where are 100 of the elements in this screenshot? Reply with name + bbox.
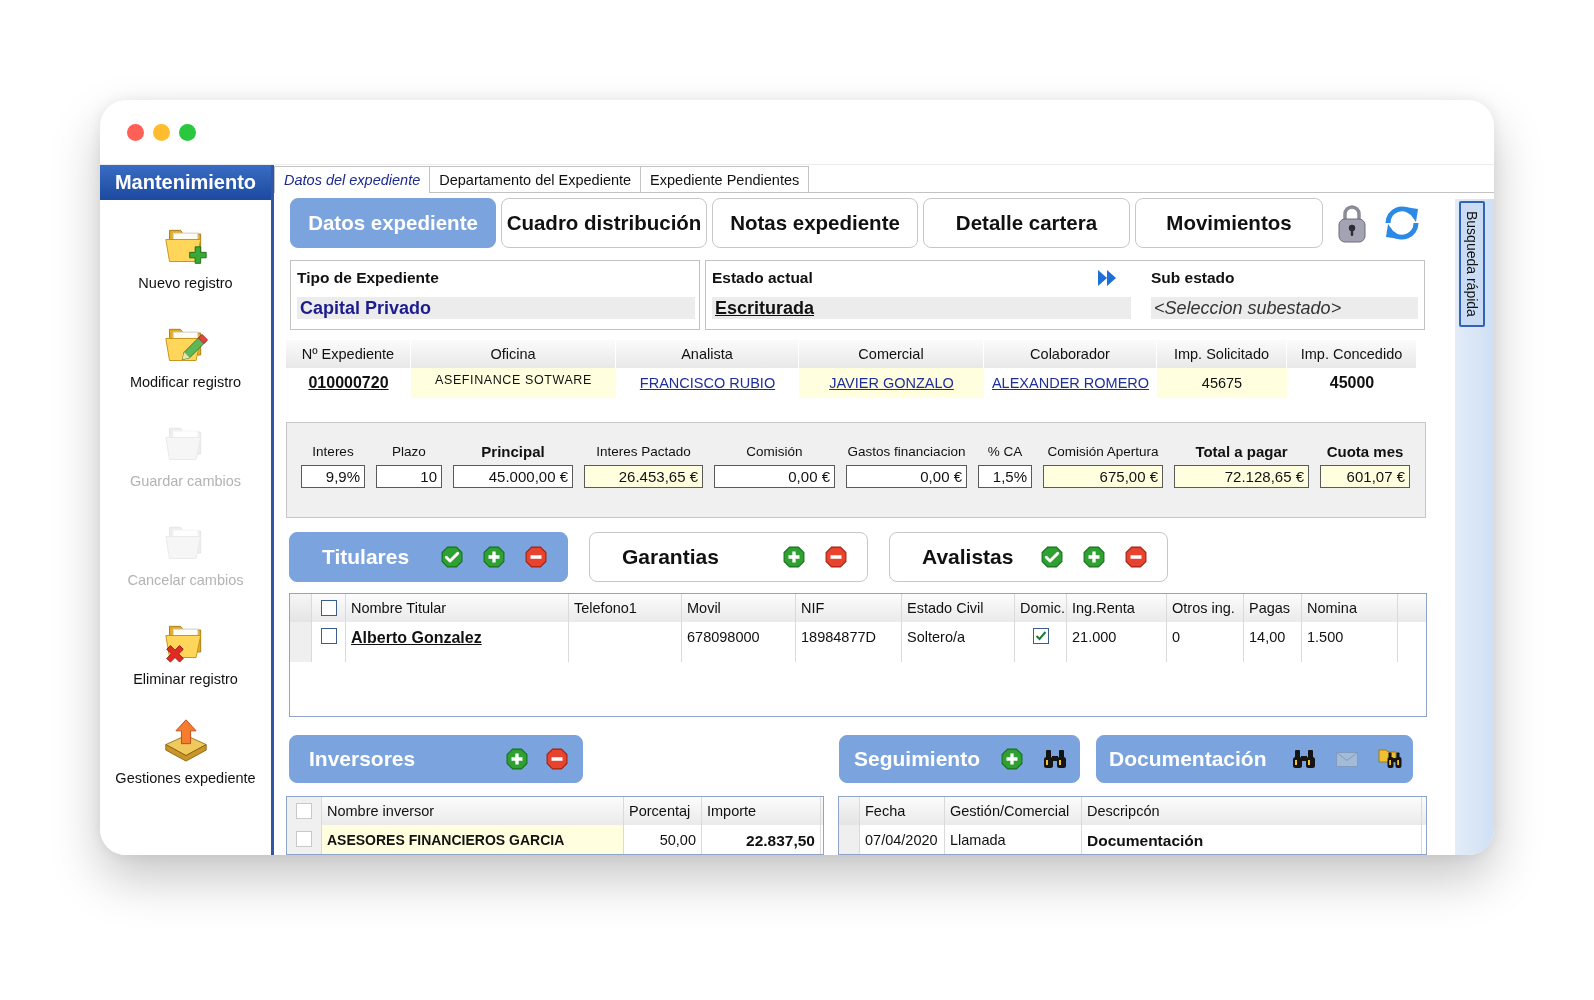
minus-icon[interactable] <box>825 546 847 568</box>
close-icon[interactable] <box>127 123 144 141</box>
minus-icon[interactable] <box>525 546 547 568</box>
table-cell: Documentación <box>1082 825 1422 854</box>
amount-field[interactable]: 1,5% <box>978 465 1032 488</box>
field-label: % CA <box>987 443 1023 460</box>
checkbox[interactable] <box>320 628 337 644</box>
column-header: Importe <box>702 797 821 825</box>
plus-icon[interactable] <box>783 546 805 568</box>
check-icon[interactable] <box>441 546 463 568</box>
table-cell-text: 45000 <box>1328 373 1376 393</box>
table-cell: 45675 <box>1157 368 1287 398</box>
column-header: Comercial <box>799 340 984 368</box>
panel-title: Documentación <box>1109 747 1267 771</box>
table-cell: 14,00 <box>1244 622 1302 662</box>
table-cell: ASEFINANCE SOTWARE <box>411 368 616 398</box>
section-button[interactable]: Movimientos <box>1135 198 1323 248</box>
name-link[interactable]: FRANCISCO RUBIO <box>639 375 776 391</box>
section-button[interactable]: Notas expediente <box>712 198 918 248</box>
binoculars-icon[interactable] <box>1292 749 1316 769</box>
amount-field[interactable]: 45.000,00 € <box>453 465 573 488</box>
column-header: Movil <box>682 594 796 622</box>
amount-field[interactable]: 675,00 € <box>1043 465 1163 488</box>
section-button[interactable]: Detalle cartera <box>923 198 1130 248</box>
field-label: Cuota mes <box>1326 443 1404 460</box>
column-header: Nº Expediente <box>286 340 411 368</box>
column-header: Imp. Solicitado <box>1157 340 1287 368</box>
sidebar-title: Mantenimiento <box>100 165 271 200</box>
table-cell: Soltero/a <box>902 622 1015 662</box>
field-label: Tipo de Expediente <box>297 268 440 288</box>
minus-icon[interactable] <box>546 748 568 770</box>
column-header: Imp. Concedido <box>1287 340 1417 368</box>
column-header: Telefono1 <box>569 594 682 622</box>
column-header: NIF <box>796 594 902 622</box>
table-cell: 1.500 <box>1302 622 1398 662</box>
field-label: Interes Pactado <box>596 443 691 460</box>
column-header: Gestión/Comercial <box>945 797 1082 825</box>
panel-title: Seguimiento <box>854 747 980 771</box>
amount-field[interactable]: 10 <box>376 465 442 488</box>
column-header: Otros ing. <box>1167 594 1244 622</box>
checkbox[interactable] <box>320 600 337 616</box>
folder-binoculars-icon[interactable] <box>1378 749 1402 769</box>
tab[interactable]: Datos del expediente <box>274 166 431 193</box>
tab[interactable]: Expediente Pendientes <box>640 166 810 192</box>
table-cell: 07/04/2020 <box>860 825 945 854</box>
padlock-icon[interactable] <box>1338 203 1366 243</box>
plus-icon[interactable] <box>1001 748 1023 770</box>
panel-header[interactable]: Garantias <box>589 532 868 582</box>
substate-field[interactable]: <Seleccion subestado> <box>1151 297 1418 319</box>
name-link[interactable]: Alberto Gonzalez <box>351 629 482 647</box>
panel-header[interactable]: Avalistas <box>889 532 1168 582</box>
field-label: Comisión Apertura <box>1047 443 1159 460</box>
amount-field[interactable]: 0,00 € <box>714 465 835 488</box>
field-label: Sub estado <box>1151 268 1236 288</box>
table-cell: 21.000 <box>1067 622 1167 662</box>
column-header: Porcentaj <box>624 797 702 825</box>
amount-field[interactable]: 26.453,65 € <box>584 465 703 488</box>
table-cell: Llamada <box>945 825 1082 854</box>
column-header: Nomina <box>1302 594 1398 622</box>
field-label: Gastos financiacion <box>847 443 966 460</box>
plus-icon[interactable] <box>1083 546 1105 568</box>
field-label: Estado actual <box>712 268 813 288</box>
plus-icon[interactable] <box>506 748 528 770</box>
field-label: Plazo <box>392 443 426 460</box>
table-cell: 18984877D <box>796 622 902 662</box>
state-field[interactable]: Escriturada <box>712 297 1131 319</box>
amount-field[interactable]: 601,07 € <box>1320 465 1410 488</box>
amount-field[interactable]: 0,00 € <box>846 465 967 488</box>
sidebar-item[interactable]: Modificar registro <box>100 322 271 421</box>
column-header: Pagas <box>1244 594 1302 622</box>
panel-title: Garantias <box>622 545 719 569</box>
row-header-cell[interactable] <box>290 622 312 662</box>
panel-title: Titulares <box>322 545 410 569</box>
amount-field[interactable]: 72.128,65 € <box>1174 465 1309 488</box>
section-button[interactable]: Cuadro distribución <box>501 198 707 248</box>
column-header: Estado Civil <box>902 594 1015 622</box>
row-header-cell <box>839 797 860 825</box>
name-link[interactable]: ALEXANDER ROMERO <box>991 375 1150 391</box>
fast-forward-icon[interactable] <box>1097 269 1117 287</box>
checkbox[interactable] <box>1032 628 1049 644</box>
type-field[interactable]: Capital Privado <box>297 297 695 319</box>
sidebar-item[interactable]: Gestiones expediente <box>100 718 271 817</box>
minus-icon[interactable] <box>1125 546 1147 568</box>
panel-title: Inversores <box>309 747 416 771</box>
table-cell: 678098000 <box>682 622 796 662</box>
amount-field[interactable]: 9,9% <box>301 465 365 488</box>
row-header-cell <box>290 594 312 622</box>
column-header: Domic. <box>1015 594 1067 622</box>
table-cell: 22.837,50 <box>702 825 821 854</box>
column-header: Descripcón <box>1082 797 1422 825</box>
quick-search-tab[interactable]: Busqueda rápida <box>1459 201 1485 327</box>
plus-icon[interactable] <box>483 546 505 568</box>
sidebar-item[interactable]: Nuevo registro <box>100 223 271 322</box>
binoculars-icon[interactable] <box>1043 749 1067 769</box>
name-link[interactable]: JAVIER GONZALO <box>829 375 954 391</box>
field-label: Comisión <box>746 443 803 460</box>
column-header: Nombre Titular <box>346 594 569 622</box>
check-icon[interactable] <box>1041 546 1063 568</box>
sidebar-item[interactable]: Eliminar registro <box>100 619 271 718</box>
row-header-cell[interactable] <box>839 825 860 854</box>
